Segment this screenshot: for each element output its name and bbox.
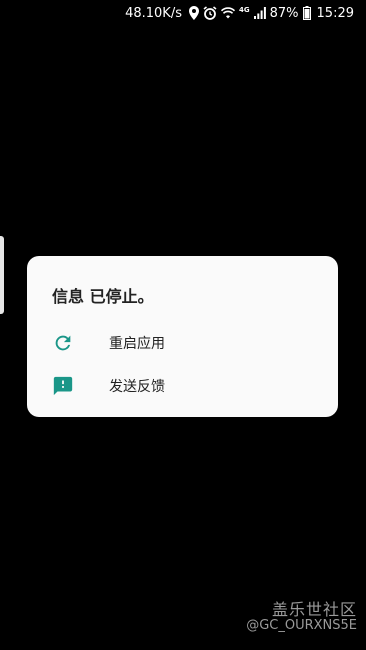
restart-app-button[interactable]: 重启应用 bbox=[27, 321, 338, 365]
alarm-icon bbox=[203, 6, 217, 20]
clock: 15:29 bbox=[316, 5, 354, 21]
location-icon bbox=[189, 6, 199, 20]
send-feedback-button[interactable]: 发送反馈 bbox=[27, 364, 338, 408]
wifi-icon bbox=[221, 6, 235, 20]
restart-app-label: 重启应用 bbox=[109, 336, 165, 352]
feedback-icon bbox=[51, 374, 75, 398]
network-type: 4G bbox=[239, 6, 250, 14]
signal-icon bbox=[253, 6, 266, 20]
watermark-title: 盖乐世社区 bbox=[271, 600, 357, 619]
battery-percent: 87% bbox=[269, 5, 299, 21]
battery-icon bbox=[302, 6, 311, 20]
net-speed: 48.10K/s bbox=[125, 5, 182, 21]
watermark-handle: @GC_OURXNS5E bbox=[246, 618, 357, 633]
status-bar: 48.10K/s 4G 87% 15:29 bbox=[0, 0, 366, 26]
app-stopped-dialog: 信息 已停止。 重启应用 发送反馈 bbox=[27, 256, 338, 417]
refresh-icon bbox=[51, 331, 75, 355]
screen: 48.10K/s 4G 87% 15:29 信息 已停止。 重启应用 发送反馈 … bbox=[0, 0, 366, 650]
dialog-title: 信息 已停止。 bbox=[52, 287, 154, 306]
send-feedback-label: 发送反馈 bbox=[109, 379, 165, 395]
edge-panel-handle[interactable] bbox=[0, 236, 4, 314]
